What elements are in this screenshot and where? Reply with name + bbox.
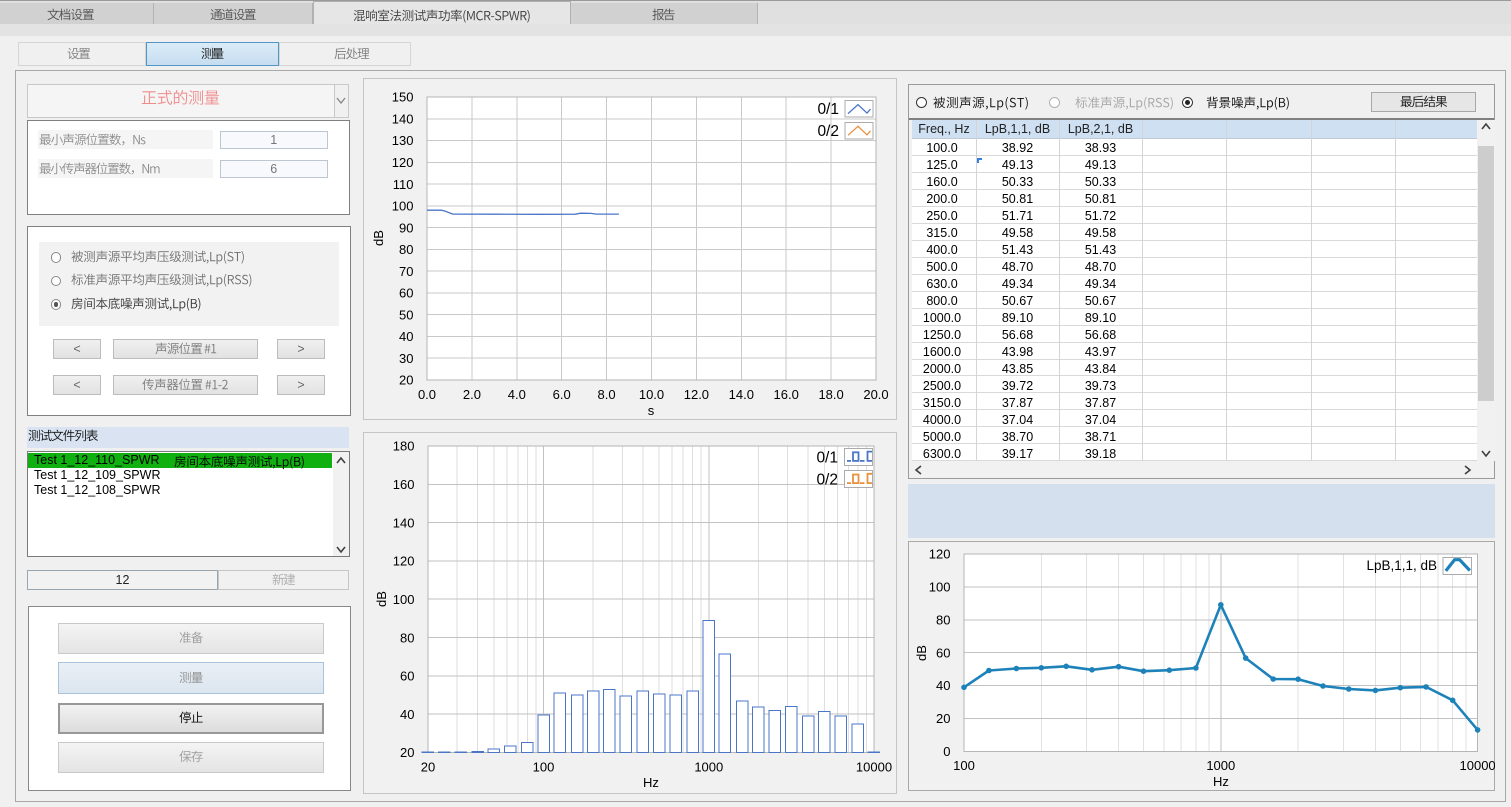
svg-text:dB: dB: [914, 645, 929, 661]
svg-text:80: 80: [400, 630, 414, 645]
svg-text:0/1: 0/1: [816, 450, 838, 467]
svg-text:70: 70: [399, 264, 413, 279]
svg-text:18.0: 18.0: [818, 387, 843, 402]
svg-text:0/2: 0/2: [817, 123, 839, 140]
svg-text:60: 60: [399, 286, 413, 301]
svg-text:100: 100: [953, 758, 975, 773]
svg-text:12.0: 12.0: [684, 387, 709, 402]
svg-text:100: 100: [533, 759, 555, 774]
svg-text:16.0: 16.0: [774, 387, 799, 402]
svg-text:0/2: 0/2: [816, 472, 838, 489]
svg-text:20: 20: [936, 711, 950, 726]
svg-text:20: 20: [399, 373, 413, 388]
svg-text:14.0: 14.0: [729, 387, 754, 402]
svg-text:s: s: [648, 403, 655, 418]
svg-text:180: 180: [393, 439, 415, 454]
svg-text:100: 100: [392, 199, 414, 214]
svg-text:LpB,1,1, dB: LpB,1,1, dB: [1366, 558, 1437, 573]
svg-text:dB: dB: [371, 230, 386, 246]
svg-text:140: 140: [392, 112, 414, 127]
svg-text:4.0: 4.0: [508, 387, 526, 402]
svg-text:120: 120: [929, 547, 951, 562]
svg-text:2.0: 2.0: [463, 387, 481, 402]
svg-text:80: 80: [936, 613, 950, 628]
svg-text:90: 90: [399, 220, 413, 235]
svg-text:80: 80: [399, 242, 413, 257]
svg-text:0: 0: [943, 744, 950, 759]
svg-text:Hz: Hz: [1213, 774, 1229, 789]
svg-text:20: 20: [400, 745, 414, 760]
svg-text:150: 150: [392, 90, 414, 105]
svg-text:30: 30: [399, 351, 413, 366]
svg-text:140: 140: [393, 515, 415, 530]
svg-text:0.0: 0.0: [418, 387, 436, 402]
svg-text:dB: dB: [374, 591, 389, 607]
svg-text:130: 130: [392, 133, 414, 148]
svg-text:Hz: Hz: [643, 775, 659, 790]
svg-text:120: 120: [393, 554, 415, 569]
svg-text:40: 40: [936, 678, 950, 693]
svg-text:120: 120: [392, 155, 414, 170]
svg-text:60: 60: [936, 645, 950, 660]
svg-text:20.0: 20.0: [863, 387, 888, 402]
svg-text:160: 160: [393, 477, 415, 492]
svg-text:0/1: 0/1: [817, 101, 839, 118]
svg-text:40: 40: [399, 329, 413, 344]
svg-text:6.0: 6.0: [553, 387, 571, 402]
svg-text:100: 100: [393, 592, 415, 607]
svg-text:40: 40: [400, 707, 414, 722]
svg-text:110: 110: [393, 177, 414, 192]
svg-text:100: 100: [929, 580, 951, 595]
svg-text:1000: 1000: [694, 759, 723, 774]
svg-text:1000: 1000: [1206, 758, 1235, 773]
svg-text:20: 20: [421, 759, 435, 774]
svg-text:10.0: 10.0: [639, 387, 664, 402]
svg-text:50: 50: [399, 307, 413, 322]
svg-text:8.0: 8.0: [598, 387, 616, 402]
svg-text:10000: 10000: [856, 759, 892, 774]
svg-text:10000: 10000: [1460, 758, 1495, 773]
svg-text:60: 60: [400, 669, 414, 684]
